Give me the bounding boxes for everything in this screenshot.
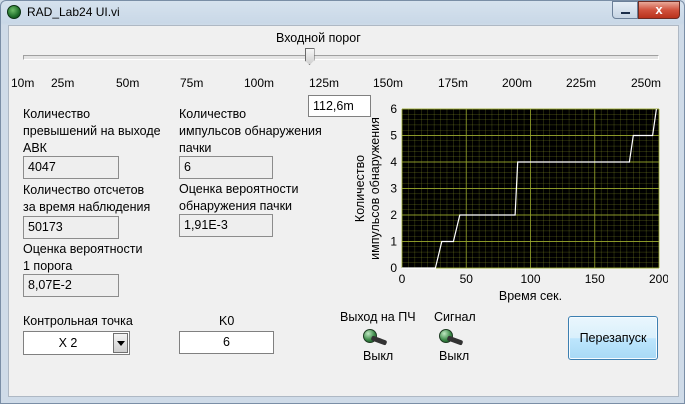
slider-tick-label: 75m — [180, 76, 204, 90]
slider-tick-label: 25m — [51, 76, 75, 90]
pch-output-toggle[interactable] — [361, 327, 388, 347]
toggle-lever-icon — [446, 335, 464, 346]
x-axis-label: Время сек. — [499, 289, 562, 303]
y-tick-label: 2 — [390, 208, 397, 222]
checkpoint-value: X 2 — [58, 336, 78, 350]
signal-toggle[interactable] — [437, 327, 464, 347]
minimize-button[interactable] — [612, 1, 638, 19]
k0-label: K0 — [219, 314, 235, 328]
y-tick-label: 0 — [390, 261, 397, 275]
k0-input[interactable]: 6 — [179, 331, 274, 354]
toggle-lever-icon — [370, 335, 388, 346]
detection-chart: 0 1 2 3 4 5 6 0 50 100 150 200 Время сек. Количество и… — [348, 102, 669, 309]
sample-count-value: 50173 — [23, 216, 119, 239]
threshold-label: Входной порог — [276, 31, 361, 45]
detection-probability-value: 1,91E-3 — [179, 214, 273, 237]
pch-output-label: Выход на ПЧ — [340, 310, 416, 324]
exceed-count-value: 4047 — [23, 156, 119, 179]
chart-svg: 0 1 2 3 4 5 6 0 50 100 150 200 Время сек. Количество и… — [353, 102, 669, 303]
detection-probability-label: Оценка вероятности обнаружения пачки — [179, 182, 299, 213]
chevron-down-icon[interactable] — [113, 333, 128, 353]
x-tick-label: 100 — [520, 272, 540, 286]
slider-tick-label: 125m — [309, 76, 340, 90]
y-axis-label: импульсов обнаружения — [368, 117, 382, 260]
slider-tick-label: 225m — [566, 76, 597, 90]
slider-tick-label: 50m — [116, 76, 140, 90]
front-panel: Входной порог 10m 25m 50m 75m 100m 125m … — [8, 25, 679, 397]
window-title: RAD_Lab24 UI.vi — [27, 5, 120, 19]
checkpoint-select[interactable]: X 2 — [23, 331, 130, 355]
title-bar: RAD_Lab24 UI.vi x — [1, 1, 684, 23]
y-tick-label: 3 — [390, 182, 397, 196]
signal-label: Сигнал — [434, 310, 476, 324]
y-tick-label: 1 — [390, 235, 397, 249]
slider-tick-label: 250m — [631, 76, 662, 90]
exceed-count-label: Количество превышений на выходе АВК — [23, 107, 161, 155]
close-button[interactable]: x — [638, 1, 680, 19]
pulse-count-value: 6 — [179, 156, 273, 179]
y-axis-label: Количество — [353, 155, 367, 222]
x-tick-label: 150 — [585, 272, 605, 286]
y-tick-label: 4 — [390, 155, 397, 169]
slider-tick-label: 175m — [438, 76, 469, 90]
restart-button[interactable]: Перезапуск — [568, 316, 658, 360]
x-tick-label: 0 — [399, 272, 406, 286]
slider-tick-label: 150m — [373, 76, 404, 90]
x-tick-label: 200 — [649, 272, 668, 286]
slider-tick-label: 100m — [244, 76, 275, 90]
y-tick-label: 5 — [390, 129, 397, 143]
pulse-count-label: Количество импульсов обнаружения пачки — [179, 107, 322, 155]
pch-output-state: Выкл — [363, 349, 394, 363]
labview-app-icon — [7, 5, 21, 19]
threshold-slider-thumb[interactable] — [304, 48, 315, 65]
checkpoint-label: Контрольная точка — [23, 314, 133, 328]
y-tick-label: 6 — [390, 104, 397, 116]
x-tick-label: 50 — [460, 272, 474, 286]
threshold-probability-value: 8,07E-2 — [23, 274, 119, 297]
slider-tick-label: 10m — [11, 76, 35, 90]
app-window: RAD_Lab24 UI.vi x Входной порог 10m 25m … — [0, 0, 685, 404]
threshold-probability-label: Оценка вероятности 1 порога — [23, 242, 143, 273]
sample-count-label: Количество отсчетов за время наблюдения — [23, 183, 151, 214]
slider-tick-label: 200m — [502, 76, 533, 90]
signal-state: Выкл — [439, 349, 470, 363]
threshold-slider-track[interactable] — [23, 55, 659, 60]
